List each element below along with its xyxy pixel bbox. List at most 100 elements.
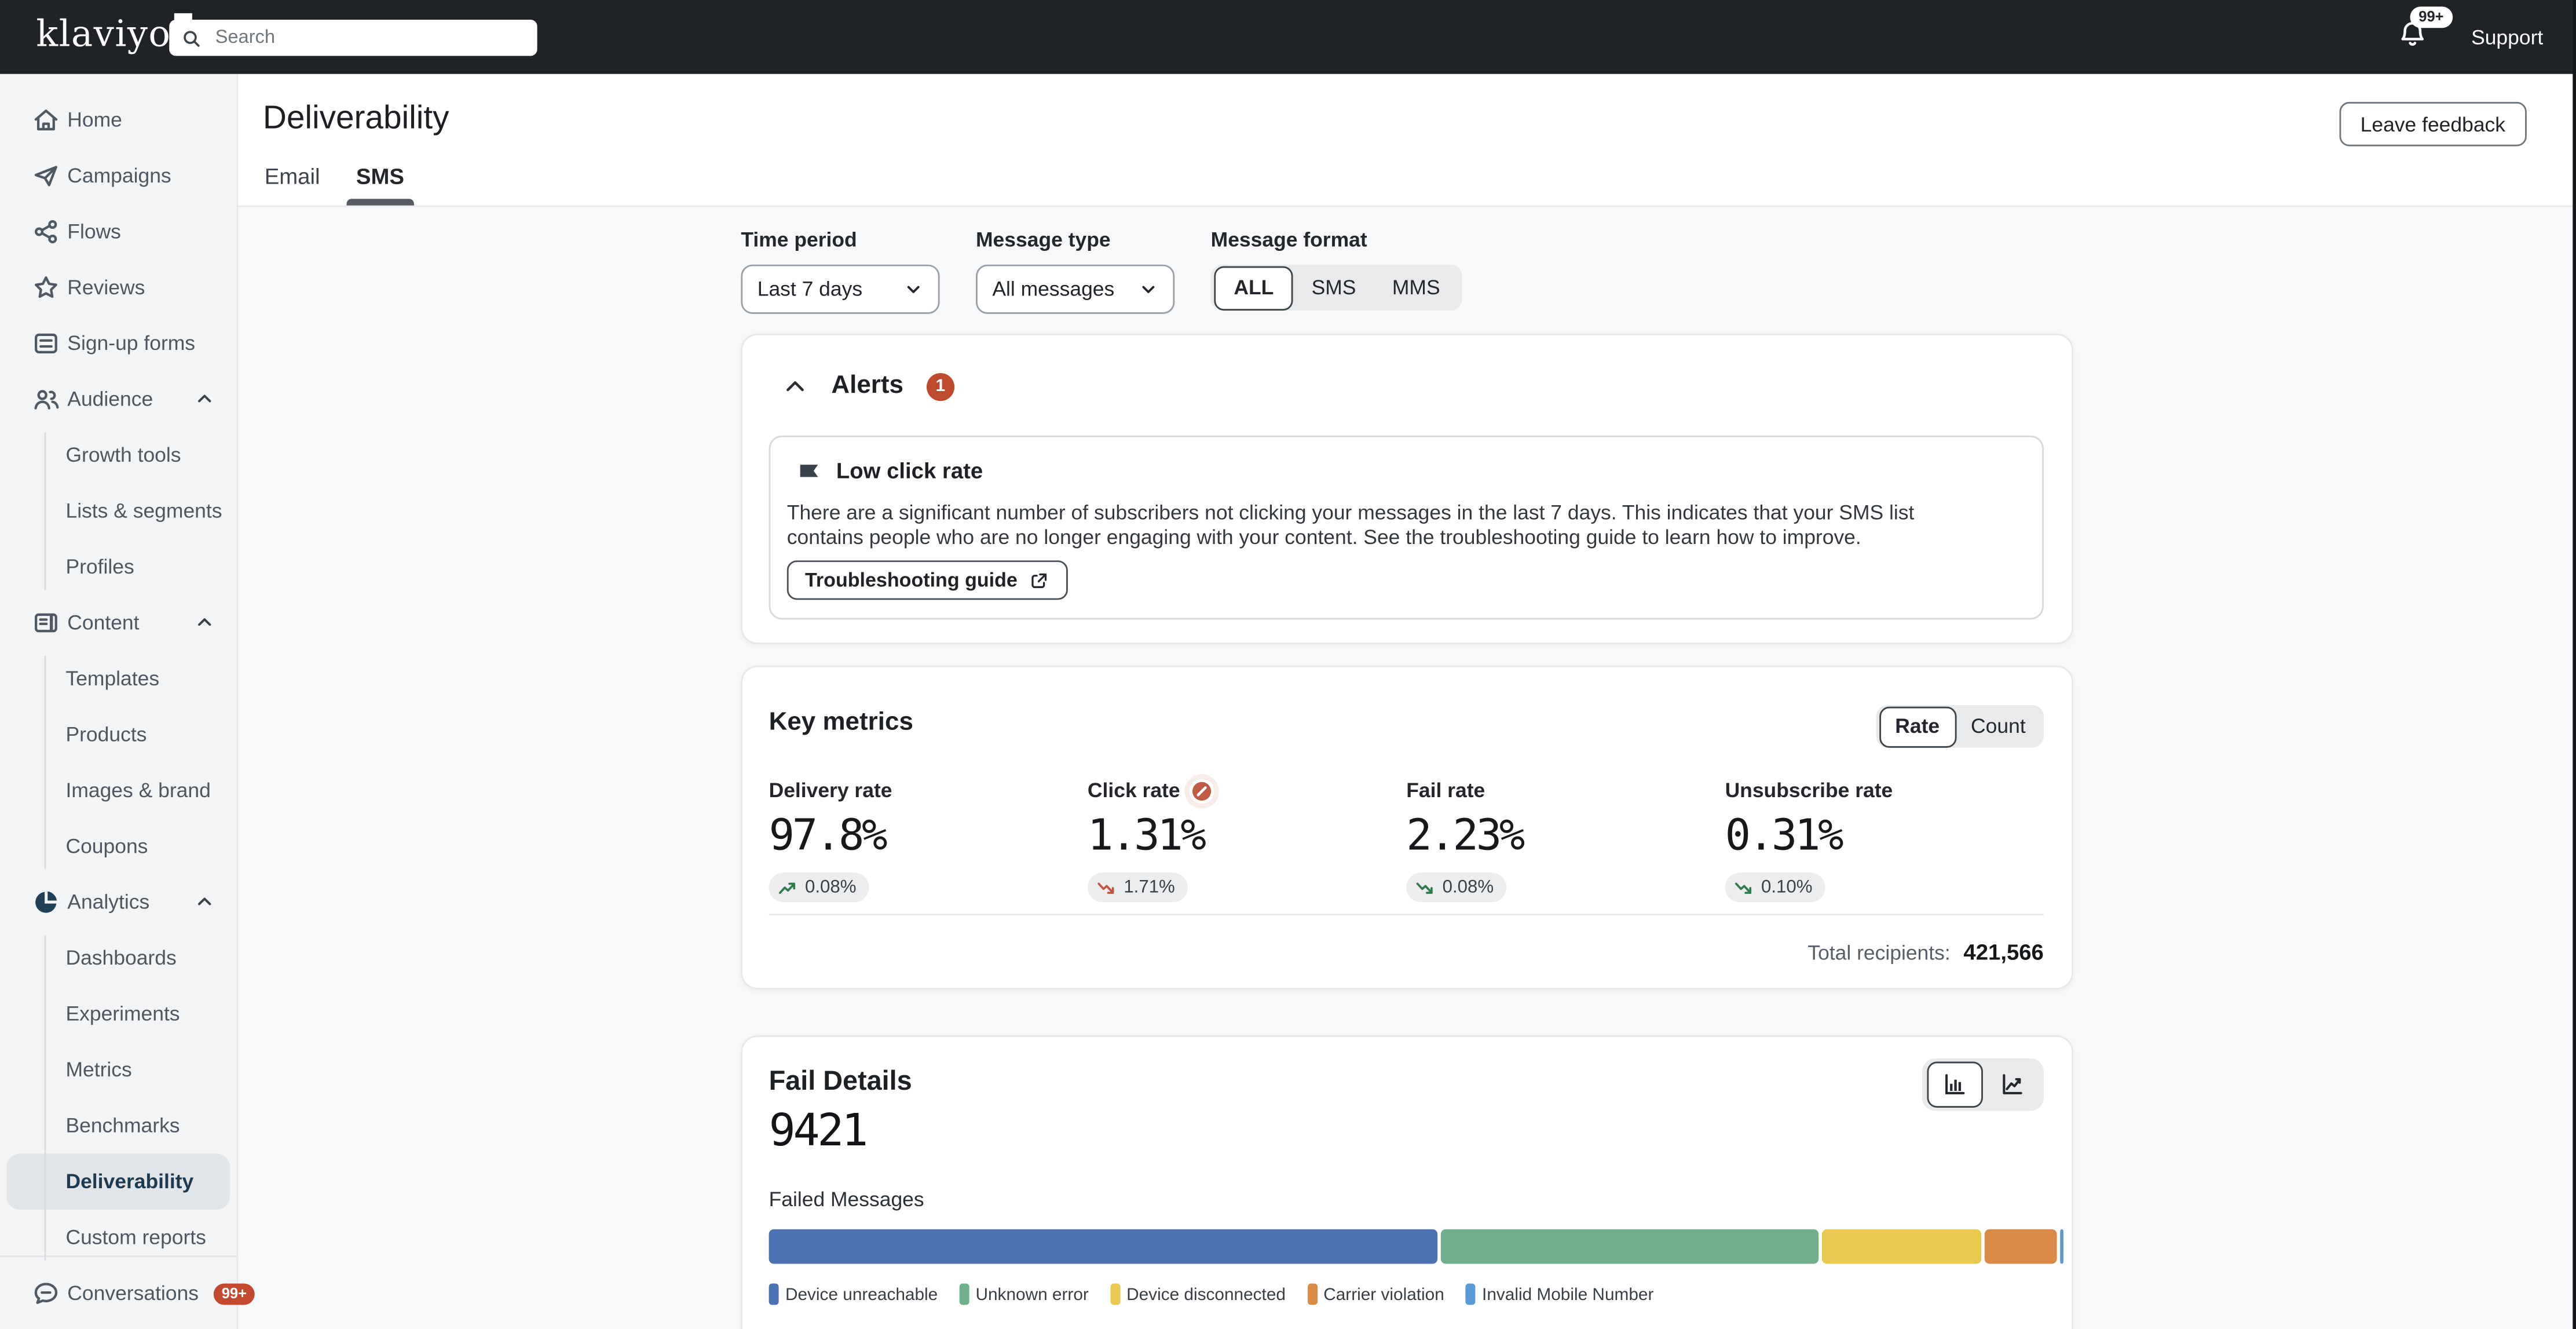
tab-email[interactable]: Email	[265, 165, 320, 206]
sidebar-item-campaigns[interactable]: Campaigns	[0, 148, 236, 203]
screenshot-viewport: klaviyo 99+ Support Home Campaigns Flows Re…	[0, 0, 2576, 1329]
metric-click-rate: Click rate1.31%1.71%	[1088, 776, 1406, 907]
time-period-select[interactable]: Last 7 days	[741, 265, 939, 314]
chevron-up-icon[interactable]	[194, 388, 215, 409]
sidebar-item-home[interactable]: Home	[0, 92, 236, 148]
format-option-all[interactable]: ALL	[1214, 265, 1293, 310]
total-recipients-label: Total recipients:	[1807, 941, 1950, 965]
sidebar-subnav-analytics: DashboardsExperimentsMetricsBenchmarksDe…	[0, 930, 236, 1266]
message-type-filter: Message type All messages	[976, 228, 1174, 314]
pie-chart-icon	[31, 888, 61, 917]
sidebar-item-coupons[interactable]: Coupons	[0, 819, 236, 874]
tab-sms[interactable]: SMS	[356, 165, 404, 206]
sidebar-item-growth-tools[interactable]: Growth tools	[0, 428, 236, 483]
sidebar-item-experiments[interactable]: Experiments	[0, 986, 236, 1042]
sidebar-item-audience[interactable]: Audience	[0, 371, 236, 427]
line-chart-view-button[interactable]	[1986, 1063, 2039, 1106]
search-bar[interactable]	[169, 20, 537, 56]
sidebar-footer: Conversations99+	[0, 1255, 236, 1329]
fail-details-title: Fail Details	[769, 1067, 912, 1098]
sidebar-item-products[interactable]: Products	[0, 707, 236, 762]
sidebar-item-flows[interactable]: Flows	[0, 204, 236, 260]
sidebar-item-custom-reports[interactable]: Custom reports	[0, 1210, 236, 1265]
topbar-right: 99+ Support	[2397, 0, 2543, 74]
sidebar-item-images-brand[interactable]: Images & brand	[0, 762, 236, 818]
sidebar-item-benchmarks[interactable]: Benchmarks	[0, 1098, 236, 1153]
fail-details-card: Fail Details 9421 Failed Messages Device…	[741, 1035, 2073, 1329]
screen-edge	[2573, 0, 2576, 1329]
format-option-mms[interactable]: MMS	[1374, 265, 1458, 311]
chevron-up-icon[interactable]	[194, 891, 215, 912]
sidebar-item-label: Campaigns	[67, 165, 171, 188]
bar-segment-device-unreachable[interactable]	[769, 1229, 1437, 1264]
sidebar-item-label: Home	[67, 108, 122, 132]
document-icon	[31, 608, 61, 638]
sidebar-item-conversations[interactable]: Conversations99+	[0, 1257, 255, 1329]
chevron-down-icon	[903, 279, 923, 299]
bar-segment-device-disconnected[interactable]	[1821, 1229, 1981, 1264]
trend-down-red-icon	[1096, 877, 1117, 898]
sidebar-item-metrics[interactable]: Metrics	[0, 1042, 236, 1097]
sidebar-item-analytics[interactable]: Analytics	[0, 874, 236, 930]
collapse-chevron-up-icon[interactable]	[782, 373, 808, 399]
alert-title: Low click rate	[836, 458, 983, 483]
metric-unsubscribe-rate: Unsubscribe rate0.31%0.10%	[1725, 776, 2044, 907]
metric-fail-rate: Fail rate2.23%0.08%	[1406, 776, 1725, 907]
troubleshooting-guide-button[interactable]: Troubleshooting guide	[787, 560, 1069, 600]
message-type-select[interactable]: All messages	[976, 265, 1174, 314]
metric-label-text: Unsubscribe rate	[1725, 779, 1893, 802]
alerts-card: Alerts 1 Low click rate There are a sign…	[741, 334, 2073, 644]
metrics-grid: Delivery rate97.8%0.08%Click rate1.31%1.…	[769, 776, 2044, 907]
sidebar-item-lists-segments[interactable]: Lists & segments	[0, 483, 236, 539]
format-option-sms[interactable]: SMS	[1293, 265, 1374, 311]
sidebar-item-label: Content	[67, 611, 139, 634]
top-bar: klaviyo 99+ Support	[0, 0, 2576, 74]
bar-chart-icon	[1942, 1072, 1968, 1098]
leave-feedback-button[interactable]: Leave feedback	[2339, 102, 2527, 147]
legend-item-unknown-error: Unknown error	[959, 1283, 1089, 1305]
metrics-divider	[769, 914, 2044, 915]
sidebar-item-content[interactable]: Content	[0, 595, 236, 651]
metric-label: Click rate	[1088, 776, 1406, 805]
legend-swatch	[1110, 1283, 1120, 1305]
sidebar-item-profiles[interactable]: Profiles	[0, 539, 236, 594]
legend-label: Unknown error	[975, 1284, 1088, 1304]
legend-item-device-unreachable: Device unreachable	[769, 1283, 938, 1305]
paper-plane-icon	[31, 161, 61, 191]
key-metrics-card: Key metrics RateCount Delivery rate97.8%…	[741, 666, 2073, 990]
message-type-label: Message type	[976, 228, 1174, 251]
message-type-value: All messages	[992, 278, 1114, 301]
legend-swatch	[769, 1283, 779, 1305]
bar-segment-unknown-error[interactable]	[1440, 1229, 1818, 1264]
page-header: Deliverability Email SMS Leave feedback	[238, 74, 2576, 207]
metric-change-value: 0.10%	[1761, 878, 1813, 897]
bar-chart-view-button[interactable]	[1927, 1062, 1982, 1108]
alerts-header: Alerts 1	[782, 371, 954, 401]
message-format-filter: Message format ALLSMSMMS	[1211, 228, 1462, 314]
sidebar-item-dashboards[interactable]: Dashboards	[0, 930, 236, 986]
metrics-view-rate[interactable]: Rate	[1879, 706, 1956, 747]
alert-item-header: Low click rate	[797, 458, 983, 483]
search-input[interactable]	[212, 26, 526, 49]
flag-icon	[797, 458, 822, 483]
share-nodes-icon	[31, 217, 61, 246]
sidebar-item-templates[interactable]: Templates	[0, 651, 236, 706]
search-icon	[181, 27, 202, 49]
bar-segment-carrier-violation[interactable]	[1985, 1229, 2057, 1264]
support-link[interactable]: Support	[2471, 25, 2543, 49]
trend-down-green-icon	[1414, 877, 1436, 898]
notifications-button[interactable]: 99+	[2397, 17, 2428, 57]
chevron-up-icon[interactable]	[194, 611, 215, 633]
sidebar-item-reviews[interactable]: Reviews	[0, 260, 236, 315]
star-icon	[31, 273, 61, 302]
metrics-view-count[interactable]: Count	[1956, 705, 2041, 748]
sidebar-item-sign-up-forms[interactable]: Sign-up forms	[0, 316, 236, 371]
alert-body-text: There are a significant number of subscr…	[787, 501, 1993, 549]
metric-value: 2.23%	[1406, 812, 1725, 861]
total-recipients-value: 421,566	[1963, 940, 2043, 965]
legend-label: Device unreachable	[785, 1284, 938, 1304]
page-title: Deliverability	[263, 100, 449, 138]
sidebar-item-label: Flows	[67, 220, 121, 243]
bar-segment-invalid-mobile-number[interactable]	[2060, 1229, 2063, 1264]
sidebar-item-deliverability[interactable]: Deliverability	[6, 1153, 230, 1209]
